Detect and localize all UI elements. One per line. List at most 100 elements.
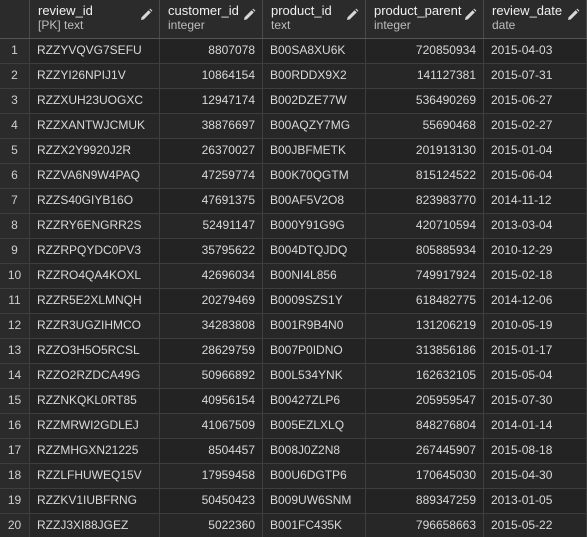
row-number[interactable]: 16	[0, 414, 30, 438]
cell-review-id[interactable]: RZZVA6N9W4PAQ	[30, 164, 160, 188]
cell-product-id[interactable]: B004DTQJDQ	[263, 239, 366, 263]
cell-review-date[interactable]: 2013-01-05	[484, 489, 587, 513]
row-number[interactable]: 5	[0, 139, 30, 163]
cell-review-id[interactable]: RZZKV1IUBFRNG	[30, 489, 160, 513]
row-number[interactable]: 17	[0, 439, 30, 463]
table-row[interactable]: 19 RZZKV1IUBFRNG 50450423 B009UW6SNM 889…	[0, 489, 587, 514]
cell-customer-id[interactable]: 47691375	[160, 189, 263, 213]
cell-review-date[interactable]: 2015-05-04	[484, 364, 587, 388]
cell-review-date[interactable]: 2015-07-31	[484, 64, 587, 88]
cell-product-id[interactable]: B009UW6SNM	[263, 489, 366, 513]
cell-review-id[interactable]: RZZXUH23UOGXC	[30, 89, 160, 113]
table-row[interactable]: 15 RZZNKQKL0RT85 40956154 B00427ZLP6 205…	[0, 389, 587, 414]
pencil-icon[interactable]	[242, 8, 256, 22]
table-row[interactable]: 3 RZZXUH23UOGXC 12947174 B002DZE77W 5364…	[0, 89, 587, 114]
cell-customer-id[interactable]: 8504457	[160, 439, 263, 463]
cell-product-parent[interactable]: 749917924	[366, 264, 484, 288]
row-number[interactable]: 20	[0, 514, 30, 537]
table-row[interactable]: 16 RZZMRWI2GDLEJ 41067509 B005EZLXLQ 848…	[0, 414, 587, 439]
cell-review-id[interactable]: RZZS40GIYB16O	[30, 189, 160, 213]
cell-customer-id[interactable]: 8807078	[160, 39, 263, 63]
table-row[interactable]: 18 RZZLFHUWEQ15V 17959458 B00U6DGTP6 170…	[0, 464, 587, 489]
cell-product-parent[interactable]: 889347259	[366, 489, 484, 513]
cell-customer-id[interactable]: 50966892	[160, 364, 263, 388]
table-row[interactable]: 14 RZZO2RZDCA49G 50966892 B00L534YNK 162…	[0, 364, 587, 389]
cell-review-id[interactable]: RZZR3UGZIHMCO	[30, 314, 160, 338]
cell-product-id[interactable]: B001R9B4N0	[263, 314, 366, 338]
cell-product-id[interactable]: B008J0Z2N8	[263, 439, 366, 463]
cell-customer-id[interactable]: 10864154	[160, 64, 263, 88]
cell-customer-id[interactable]: 35795622	[160, 239, 263, 263]
cell-review-date[interactable]: 2015-02-27	[484, 114, 587, 138]
cell-product-parent[interactable]: 205959547	[366, 389, 484, 413]
cell-review-id[interactable]: RZZRPQYDC0PV3	[30, 239, 160, 263]
cell-product-parent[interactable]: 536490269	[366, 89, 484, 113]
cell-product-id[interactable]: B00NI4L856	[263, 264, 366, 288]
cell-product-id[interactable]: B000Y91G9G	[263, 214, 366, 238]
cell-review-date[interactable]: 2015-01-17	[484, 339, 587, 363]
cell-review-id[interactable]: RZZYVQVG7SEFU	[30, 39, 160, 63]
row-number[interactable]: 11	[0, 289, 30, 313]
cell-review-date[interactable]: 2013-03-04	[484, 214, 587, 238]
table-row[interactable]: 12 RZZR3UGZIHMCO 34283808 B001R9B4N0 131…	[0, 314, 587, 339]
row-number[interactable]: 18	[0, 464, 30, 488]
cell-customer-id[interactable]: 28629759	[160, 339, 263, 363]
column-header-review-id[interactable]: review_id [PK] text	[30, 0, 160, 38]
cell-review-id[interactable]: RZZNKQKL0RT85	[30, 389, 160, 413]
column-header-product-id[interactable]: product_id text	[263, 0, 366, 38]
cell-product-parent[interactable]: 131206219	[366, 314, 484, 338]
cell-product-parent[interactable]: 201913130	[366, 139, 484, 163]
column-header-review-date[interactable]: review_date date	[484, 0, 587, 38]
cell-product-id[interactable]: B00AF5V2O8	[263, 189, 366, 213]
row-number[interactable]: 14	[0, 364, 30, 388]
row-number[interactable]: 1	[0, 39, 30, 63]
cell-review-date[interactable]: 2015-06-27	[484, 89, 587, 113]
cell-customer-id[interactable]: 47259774	[160, 164, 263, 188]
cell-product-parent[interactable]: 823983770	[366, 189, 484, 213]
cell-product-id[interactable]: B00U6DGTP6	[263, 464, 366, 488]
table-row[interactable]: 11 RZZR5E2XLMNQH 20279469 B0009SZS1Y 618…	[0, 289, 587, 314]
cell-review-id[interactable]: RZZXANTWJCMUK	[30, 114, 160, 138]
cell-review-id[interactable]: RZZO2RZDCA49G	[30, 364, 160, 388]
pencil-icon[interactable]	[345, 8, 359, 22]
cell-product-id[interactable]: B00RDDX9X2	[263, 64, 366, 88]
cell-product-id[interactable]: B005EZLXLQ	[263, 414, 366, 438]
cell-product-parent[interactable]: 805885934	[366, 239, 484, 263]
cell-review-id[interactable]: RZZYI26NPIJ1V	[30, 64, 160, 88]
cell-product-id[interactable]: B00JBFMETK	[263, 139, 366, 163]
cell-product-parent[interactable]: 796658663	[366, 514, 484, 537]
table-row[interactable]: 7 RZZS40GIYB16O 47691375 B00AF5V2O8 8239…	[0, 189, 587, 214]
cell-review-id[interactable]: RZZMHGXN21225	[30, 439, 160, 463]
table-row[interactable]: 13 RZZO3H5O5RCSL 28629759 B007P0IDNO 313…	[0, 339, 587, 364]
cell-review-date[interactable]: 2015-07-30	[484, 389, 587, 413]
cell-product-id[interactable]: B00L534YNK	[263, 364, 366, 388]
cell-customer-id[interactable]: 12947174	[160, 89, 263, 113]
cell-customer-id[interactable]: 17959458	[160, 464, 263, 488]
cell-product-parent[interactable]: 267445907	[366, 439, 484, 463]
cell-review-date[interactable]: 2015-02-18	[484, 264, 587, 288]
cell-product-id[interactable]: B0009SZS1Y	[263, 289, 366, 313]
table-row[interactable]: 2 RZZYI26NPIJ1V 10864154 B00RDDX9X2 1411…	[0, 64, 587, 89]
cell-review-date[interactable]: 2015-08-18	[484, 439, 587, 463]
cell-product-parent[interactable]: 815124522	[366, 164, 484, 188]
cell-customer-id[interactable]: 26370027	[160, 139, 263, 163]
cell-product-id[interactable]: B00427ZLP6	[263, 389, 366, 413]
table-row[interactable]: 9 RZZRPQYDC0PV3 35795622 B004DTQJDQ 8058…	[0, 239, 587, 264]
cell-customer-id[interactable]: 34283808	[160, 314, 263, 338]
cell-customer-id[interactable]: 5022360	[160, 514, 263, 537]
cell-review-date[interactable]: 2014-11-12	[484, 189, 587, 213]
row-number[interactable]: 4	[0, 114, 30, 138]
cell-customer-id[interactable]: 40956154	[160, 389, 263, 413]
cell-product-parent[interactable]: 55690468	[366, 114, 484, 138]
cell-product-id[interactable]: B00SA8XU6K	[263, 39, 366, 63]
cell-product-parent[interactable]: 848276804	[366, 414, 484, 438]
cell-customer-id[interactable]: 41067509	[160, 414, 263, 438]
pencil-icon[interactable]	[139, 8, 153, 22]
cell-review-id[interactable]: RZZX2Y9920J2R	[30, 139, 160, 163]
row-number[interactable]: 9	[0, 239, 30, 263]
cell-review-id[interactable]: RZZJ3XI88JGEZ	[30, 514, 160, 537]
cell-review-id[interactable]: RZZMRWI2GDLEJ	[30, 414, 160, 438]
row-number[interactable]: 8	[0, 214, 30, 238]
cell-customer-id[interactable]: 38876697	[160, 114, 263, 138]
pencil-icon[interactable]	[566, 8, 580, 22]
